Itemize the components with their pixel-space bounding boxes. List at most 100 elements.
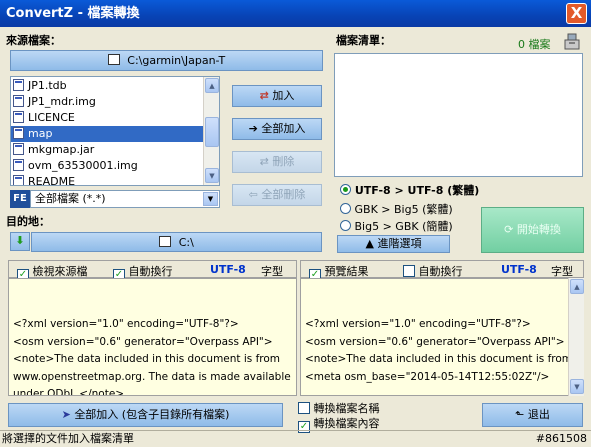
delete-icon: ⇄ <box>259 155 269 168</box>
conversion-file-list[interactable] <box>334 53 583 177</box>
right-font-button[interactable]: 字型 <box>551 263 573 279</box>
delete-label: 刪除 <box>272 155 295 168</box>
option-gbk-big5[interactable]: GBK > Big5 (繁體) <box>340 201 453 217</box>
file-list-item[interactable]: JP1_mdr.img <box>11 94 204 110</box>
result-preview-scrollbar[interactable]: ▲ ▼ <box>568 278 584 396</box>
scroll-down-button[interactable]: ▼ <box>205 168 219 183</box>
file-list-item[interactable]: README <box>11 174 204 186</box>
advanced-label: 進階選項 <box>377 237 422 250</box>
preview-result-label: 預覽結果 <box>324 265 369 278</box>
file-list-item[interactable]: map <box>11 126 204 142</box>
arrow-right-icon: ➤ <box>61 408 71 421</box>
file-icon <box>13 127 24 139</box>
arrow-left-icon: ⇦ <box>248 188 258 201</box>
file-list-item[interactable]: mkgmap.jar <box>11 142 204 158</box>
source-preview[interactable]: <?xml version="1.0" encoding="UTF-8"?> <o… <box>8 278 297 396</box>
add-all-button[interactable]: ➔ 全部加入 <box>232 118 322 140</box>
scroll-thumb[interactable] <box>205 117 219 147</box>
delete-all-button[interactable]: ⇦ 全部刪除 <box>232 184 322 206</box>
preview-line: <?xml version="1.0" encoding="UTF-8"?> <box>13 318 239 330</box>
rename-check[interactable] <box>298 402 310 414</box>
exit-icon: ⬑ <box>515 408 525 421</box>
right-wordwrap-label: 自動換行 <box>418 265 463 278</box>
radio-big5-gbk[interactable] <box>340 220 351 231</box>
preview-line: <note>The data included in this document… <box>305 353 584 365</box>
file-icon <box>13 111 24 123</box>
refresh-icon: ⟳ <box>504 223 514 236</box>
file-name: mkgmap.jar <box>28 143 95 156</box>
radio-utf8[interactable] <box>340 184 351 195</box>
right-encoding: UTF-8 <box>501 263 537 276</box>
folder-tree-icon <box>159 236 172 247</box>
exit-button[interactable]: ⬑ 退出 <box>482 403 583 427</box>
add-label: 加入 <box>272 89 295 102</box>
delete-all-label: 全部刪除 <box>261 188 306 201</box>
file-name: README <box>28 175 76 186</box>
source-path: C:\garmin\Japan-T <box>127 54 226 67</box>
build-number: #861508 <box>535 432 587 445</box>
file-icon <box>13 95 24 107</box>
file-icon <box>13 143 24 155</box>
option-big5-gbk[interactable]: Big5 > GBK (簡體) <box>340 218 453 234</box>
right-wordwrap-checkbox[interactable]: 自動換行 <box>403 263 463 279</box>
convert-content-label: 轉換檔案內容 <box>313 417 380 430</box>
add-button[interactable]: ⇄ 加入 <box>232 85 322 107</box>
option-utf8[interactable]: UTF-8 > UTF-8 (繁體) <box>340 182 479 198</box>
file-list-label: 檔案清單： <box>336 34 391 47</box>
clear-list-icon[interactable] <box>562 32 582 50</box>
add-all-subfolders-button[interactable]: ➤ 全部加入 (包含子目錄所有檔案) <box>8 403 283 427</box>
close-button[interactable]: X <box>566 3 587 24</box>
file-name: JP1.tdb <box>28 79 67 92</box>
rename-checkbox[interactable]: 轉換檔案名稱 <box>298 400 380 416</box>
result-preview-header: ✓ 預覽結果 自動換行 UTF-8 字型 <box>300 260 584 281</box>
radio-gbk-big5[interactable] <box>340 203 351 214</box>
preview-line: <meta osm_base="2014-05-14T12:55:02Z"/> <box>305 370 550 383</box>
source-label: 來源檔案： <box>6 34 61 47</box>
delete-button[interactable]: ⇄ 刪除 <box>232 151 322 173</box>
file-list-scrollbar[interactable]: ▲ ▼ <box>203 77 219 185</box>
rename-label: 轉換檔案名稱 <box>313 402 380 415</box>
option-big5-gbk-label: Big5 > GBK (簡體) <box>354 220 453 233</box>
source-file-list[interactable]: JP1.tdb JP1_mdr.img LICENCE map mkgmap.jar ov… <box>10 76 220 186</box>
preview-line <box>305 386 579 395</box>
file-list-item[interactable]: JP1.tdb <box>11 78 204 94</box>
filter-badge: FE <box>10 190 30 208</box>
file-list-item[interactable]: ovm_63530001.img <box>11 158 204 174</box>
scroll-down-button[interactable]: ▼ <box>570 379 584 394</box>
file-name: LICENCE <box>28 111 75 124</box>
add-all-sub-label: 全部加入 (包含子目錄所有檔案) <box>74 408 230 421</box>
file-name: JP1_mdr.img <box>28 95 96 108</box>
file-icon <box>13 175 24 185</box>
arrow-right-icon: ➔ <box>248 122 258 135</box>
left-font-button[interactable]: 字型 <box>261 263 283 279</box>
start-label: 開始轉換 <box>516 223 561 236</box>
source-path-button[interactable]: C:\garmin\Japan-T <box>10 50 323 71</box>
chevron-down-icon[interactable]: ▼ <box>203 192 218 206</box>
add-icon: ⇄ <box>259 89 269 102</box>
start-convert-button[interactable]: ⟳ 開始轉換 <box>481 207 584 253</box>
close-icon: X <box>570 4 583 22</box>
advanced-options-button[interactable]: ▲ 進階選項 <box>337 235 450 253</box>
scroll-up-button[interactable]: ▲ <box>205 78 219 93</box>
file-filter-select[interactable]: 全部檔案 (*.*) ▼ <box>30 190 220 208</box>
add-all-label: 全部加入 <box>261 122 306 135</box>
preview-line: under ODbL.</note> <box>13 388 125 396</box>
target-path-button[interactable]: C:\ <box>31 232 322 252</box>
preview-line: <osm version="0.6" generator="Overpass A… <box>13 335 273 348</box>
result-preview[interactable]: <?xml version="1.0" encoding="UTF-8"?> <o… <box>300 278 584 396</box>
arrow-down-icon[interactable]: ⬇ <box>10 232 30 251</box>
file-name: ovm_63530001.img <box>28 159 138 172</box>
right-wordwrap-check[interactable] <box>403 265 415 277</box>
preview-line: <note>The data included in this document… <box>13 353 281 365</box>
scroll-up-button[interactable]: ▲ <box>570 279 584 294</box>
file-list-item[interactable]: LICENCE <box>11 110 204 126</box>
file-filter-value: 全部檔案 (*.*) <box>35 192 106 205</box>
file-name: map <box>28 127 53 140</box>
option-gbk-big5-label: GBK > Big5 (繁體) <box>354 203 453 216</box>
target-label: 目的地： <box>6 215 50 228</box>
status-message: 將選擇的文件加入檔案清單 <box>2 432 134 445</box>
preview-line: www.openstreetmap.org. The data is made … <box>13 370 291 383</box>
file-icon <box>13 159 24 171</box>
left-wordwrap-label: 自動換行 <box>128 265 173 278</box>
window-title: ConvertZ - 檔案轉換 <box>6 6 140 21</box>
